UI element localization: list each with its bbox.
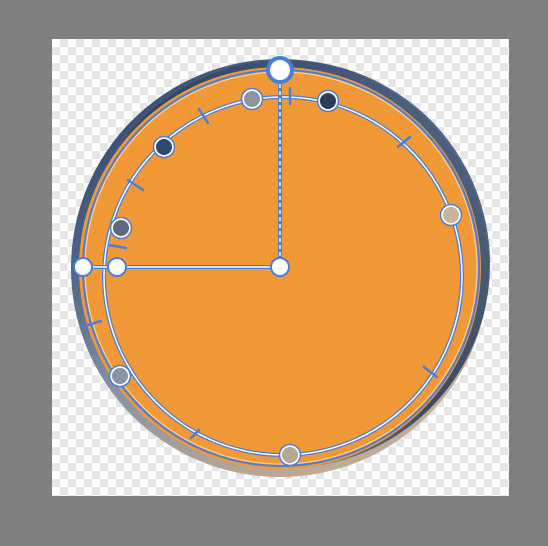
top-radius-handle[interactable]	[266, 56, 294, 84]
stop-node-2[interactable]	[318, 91, 338, 111]
stop-node-7[interactable]	[280, 445, 300, 465]
stop-node-6[interactable]	[110, 366, 130, 386]
editor-overlay	[71, 56, 490, 477]
stop-node-1[interactable]	[242, 89, 262, 109]
left-inner-handle[interactable]	[107, 257, 127, 277]
stop-node-5[interactable]	[441, 205, 461, 225]
stop-node-4[interactable]	[111, 218, 131, 238]
stop-node-3[interactable]	[154, 137, 174, 157]
center-handle[interactable]	[270, 257, 290, 277]
left-radius-handle[interactable]	[73, 257, 93, 277]
